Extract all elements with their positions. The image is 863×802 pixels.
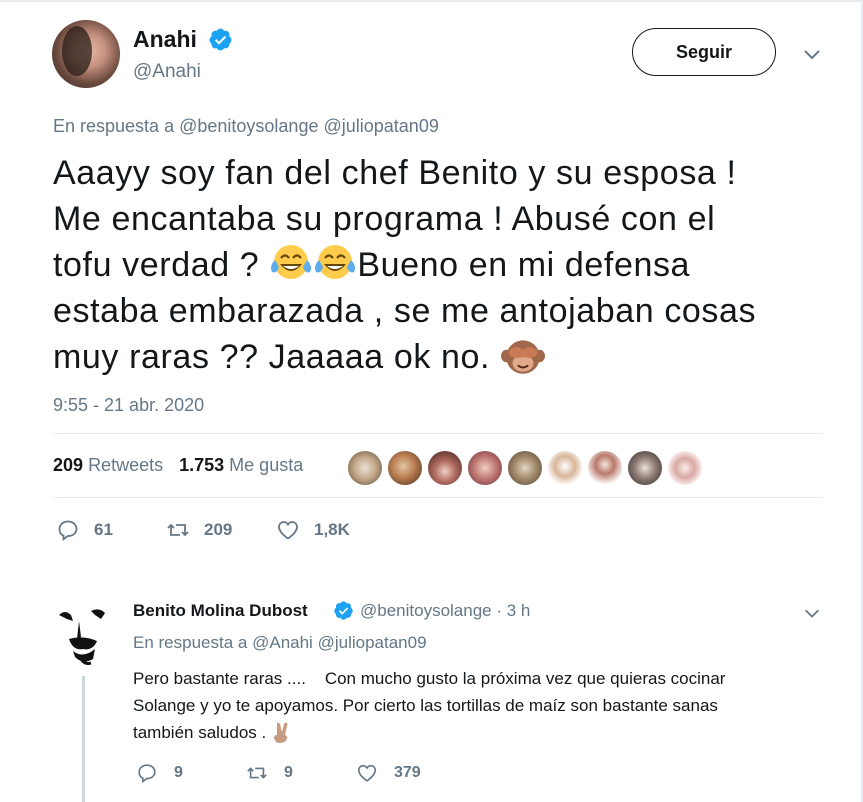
retweet-icon	[167, 523, 189, 537]
top-border	[0, 0, 863, 2]
retweets-stat[interactable]: 209 Retweets	[53, 455, 163, 476]
liker-avatar[interactable]	[428, 451, 462, 485]
reply-icon	[58, 520, 78, 541]
tweet-line: muy raras ?? Jaaaaa ok no.	[53, 334, 823, 380]
liker-avatar[interactable]	[468, 451, 502, 485]
like-button[interactable]: 379	[356, 762, 421, 784]
liker-avatar[interactable]	[348, 451, 382, 485]
reply-line: Solange y yo te apoyamos. Por cierto las…	[133, 696, 718, 715]
mention-link[interactable]: @Anahi	[252, 633, 313, 652]
victory-hand-emoji	[273, 722, 288, 743]
liker-avatar[interactable]	[548, 451, 582, 485]
mention-link[interactable]: @juliopatan09	[323, 116, 438, 136]
retweet-count: 209	[204, 520, 233, 539]
liker-avatars	[348, 451, 702, 485]
author-handle[interactable]: @Anahi	[133, 61, 201, 83]
reply-prefix: En respuesta a	[133, 633, 248, 652]
like-button[interactable]: 1,8K	[276, 518, 350, 542]
divider	[53, 497, 823, 498]
liker-avatar[interactable]	[588, 451, 622, 485]
reply-icon	[138, 764, 156, 784]
reply-line: también saludos .	[133, 719, 823, 746]
heart-icon	[357, 764, 377, 782]
verified-badge-icon	[334, 601, 353, 620]
reply-button[interactable]: 61	[56, 518, 113, 542]
reply-count: 9	[174, 764, 183, 781]
reply-author-handle[interactable]: @benitoysolange · 3 h	[360, 601, 530, 621]
retweet-button[interactable]: 9	[246, 762, 293, 784]
reply-context: En respuesta a @benitoysolange @juliopat…	[53, 116, 439, 137]
tweet-line-segment: tofu verdad ?	[53, 246, 270, 284]
like-count: 379	[394, 764, 421, 781]
tweet-line-segment: Bueno en mi defensa	[357, 246, 691, 284]
tweet-line: estaba embarazada , se me antojaban cosa…	[53, 292, 757, 330]
follow-button[interactable]: Seguir	[632, 28, 776, 76]
reply-prefix: En respuesta a	[53, 116, 175, 136]
liker-avatar[interactable]	[508, 451, 542, 485]
reply-author-name[interactable]: Benito Molina Dubost	[133, 601, 308, 621]
retweet-icon	[247, 767, 267, 779]
mention-link[interactable]: @benitoysolange	[179, 116, 318, 136]
tears-of-joy-emoji	[271, 245, 312, 279]
tweet-line: tofu verdad ? Bueno en mi defensa	[53, 242, 823, 288]
retweet-button[interactable]: 209	[166, 518, 232, 542]
tweet-timestamp[interactable]: 9:55 - 21 abr. 2020	[53, 395, 204, 416]
heart-icon	[278, 521, 298, 540]
retweet-count: 9	[284, 764, 293, 781]
tweet-line: Aaayy soy fan del chef Benito y su espos…	[53, 154, 737, 192]
reply-line-segment: también saludos .	[133, 723, 271, 742]
liker-avatar[interactable]	[628, 451, 662, 485]
see-no-evil-monkey-emoji	[501, 340, 546, 374]
engagement-stats: 209 Retweets 1.753 Me gusta	[53, 455, 303, 476]
reply-count: 61	[94, 520, 113, 539]
chevron-down-icon[interactable]	[802, 44, 822, 64]
liker-avatar[interactable]	[668, 451, 702, 485]
mention-link[interactable]: @juliopatan09	[318, 633, 427, 652]
divider	[53, 433, 823, 434]
tweet-text: Aaayy soy fan del chef Benito y su espos…	[53, 150, 823, 380]
section-divider	[0, 575, 861, 585]
tweet-line: Me encantaba su programa ! Abusé con el	[53, 200, 716, 238]
reply-context: En respuesta a @Anahi @juliopatan09	[133, 633, 427, 653]
tears-of-joy-emoji	[315, 245, 356, 279]
likes-stat[interactable]: 1.753 Me gusta	[179, 455, 303, 476]
like-count: 1,8K	[314, 520, 350, 539]
author-avatar[interactable]	[52, 20, 120, 88]
verified-badge-icon	[209, 28, 232, 51]
reply-button[interactable]: 9	[136, 762, 183, 784]
chevron-down-icon[interactable]	[803, 604, 821, 622]
tweet-line-segment: muy raras ?? Jaaaaa ok no.	[53, 338, 501, 376]
reply-text: Pero bastante raras .... Con mucho gusto…	[133, 665, 823, 746]
reply-line: Pero bastante raras .... Con mucho gusto…	[133, 669, 726, 688]
thread-line	[82, 676, 85, 802]
author-name[interactable]: Anahi	[133, 26, 197, 53]
reply-author-avatar[interactable]	[55, 603, 111, 669]
liker-avatar[interactable]	[388, 451, 422, 485]
